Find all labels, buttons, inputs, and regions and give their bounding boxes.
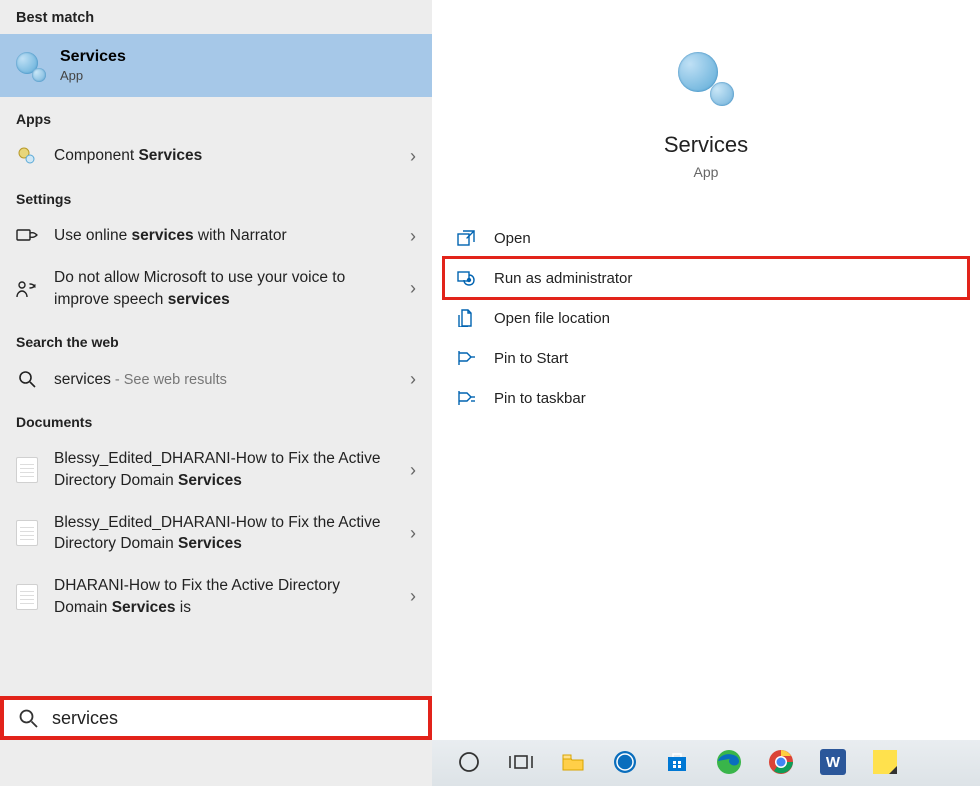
- setting-label: Do not allow Microsoft to use your voice…: [54, 267, 394, 310]
- store-icon: [664, 749, 690, 775]
- taskbar-task-view[interactable]: [496, 742, 546, 784]
- best-match-item[interactable]: Services App: [0, 34, 432, 97]
- document-result[interactable]: Blessy_Edited_DHARANI-How to Fix the Act…: [0, 502, 432, 565]
- action-label: Pin to Start: [494, 350, 568, 367]
- preview-actions: Open Run as administrator Open file locati…: [432, 218, 980, 418]
- search-icon: [16, 368, 38, 390]
- search-bar[interactable]: [0, 696, 432, 740]
- chevron-right-icon: ›: [410, 586, 416, 607]
- chevron-right-icon: ›: [410, 523, 416, 544]
- taskbar-cortana[interactable]: [444, 742, 494, 784]
- chevron-right-icon: ›: [410, 278, 416, 299]
- category-settings: Settings: [0, 177, 432, 215]
- document-label: DHARANI-How to Fix the Active Directory …: [54, 575, 394, 618]
- left-bottom-spacer: [0, 740, 432, 786]
- chevron-right-icon: ›: [410, 460, 416, 481]
- category-documents: Documents: [0, 400, 432, 438]
- web-result-label: services - See web results: [54, 369, 394, 391]
- best-match-title: Services: [60, 48, 126, 66]
- services-icon: [16, 52, 44, 80]
- taskbar-file-explorer[interactable]: [548, 742, 598, 784]
- pin-task-icon: [456, 388, 476, 408]
- search-icon: [18, 708, 38, 728]
- document-label: Blessy_Edited_DHARANI-How to Fix the Act…: [54, 512, 394, 555]
- document-label: Blessy_Edited_DHARANI-How to Fix the Act…: [54, 448, 394, 491]
- taskbar-word[interactable]: W: [808, 742, 858, 784]
- chevron-right-icon: ›: [410, 369, 416, 390]
- preview-subtitle: App: [694, 164, 719, 180]
- chevron-right-icon: ›: [410, 226, 416, 247]
- taskbar-dell[interactable]: [600, 742, 650, 784]
- best-match-subtitle: App: [60, 68, 126, 83]
- component-services-icon: [16, 145, 38, 167]
- results-pane: Best match Services App Apps Component S…: [0, 0, 432, 740]
- dell-icon: [612, 749, 638, 775]
- taskbar-chrome[interactable]: [756, 742, 806, 784]
- category-best-match: Best match: [0, 0, 432, 34]
- setting-narrator-services[interactable]: Use online services with Narrator ›: [0, 215, 432, 257]
- app-result-label: Component Services: [54, 145, 394, 167]
- action-label: Pin to taskbar: [494, 390, 586, 407]
- action-folder[interactable]: Open file location: [444, 298, 968, 338]
- edge-icon: [716, 749, 742, 775]
- web-result[interactable]: services - See web results ›: [0, 358, 432, 400]
- services-icon: [678, 52, 734, 108]
- sticky-notes-icon: [872, 749, 898, 775]
- pin-start-icon: [456, 348, 476, 368]
- document-result[interactable]: DHARANI-How to Fix the Active Directory …: [0, 565, 432, 628]
- chrome-icon: [768, 749, 794, 775]
- admin-icon: [456, 268, 476, 288]
- document-result[interactable]: Blessy_Edited_DHARANI-How to Fix the Act…: [0, 438, 432, 501]
- preview-title: Services: [664, 132, 748, 158]
- taskbar: W: [432, 740, 980, 786]
- action-open[interactable]: Open: [444, 218, 968, 258]
- document-icon: [16, 522, 38, 544]
- taskbar-store[interactable]: [652, 742, 702, 784]
- action-pin-task[interactable]: Pin to taskbar: [444, 378, 968, 418]
- action-label: Open: [494, 230, 531, 247]
- taskbar-sticky-notes[interactable]: [860, 742, 910, 784]
- open-icon: [456, 228, 476, 248]
- cortana-icon: [456, 749, 482, 775]
- category-apps: Apps: [0, 97, 432, 135]
- word-icon: W: [820, 749, 846, 775]
- task-view-icon: [508, 749, 534, 775]
- app-result-component-services[interactable]: Component Services ›: [0, 135, 432, 177]
- speech-icon: [16, 278, 38, 300]
- document-icon: [16, 459, 38, 481]
- taskbar-edge[interactable]: [704, 742, 754, 784]
- preview-pane: Services App OpenRun as administratorOpe…: [432, 0, 980, 740]
- action-label: Run as administrator: [494, 270, 632, 287]
- setting-speech-services[interactable]: Do not allow Microsoft to use your voice…: [0, 257, 432, 320]
- search-input[interactable]: [52, 708, 414, 729]
- action-label: Open file location: [494, 310, 610, 327]
- folder-icon: [456, 308, 476, 328]
- document-icon: [16, 586, 38, 608]
- action-pin-start[interactable]: Pin to Start: [444, 338, 968, 378]
- file-explorer-icon: [560, 749, 586, 775]
- chevron-right-icon: ›: [410, 146, 416, 167]
- narrator-icon: [16, 225, 38, 247]
- category-web: Search the web: [0, 320, 432, 358]
- setting-label: Use online services with Narrator: [54, 225, 394, 247]
- svg-text:W: W: [826, 754, 841, 771]
- action-admin[interactable]: Run as administrator: [444, 258, 968, 298]
